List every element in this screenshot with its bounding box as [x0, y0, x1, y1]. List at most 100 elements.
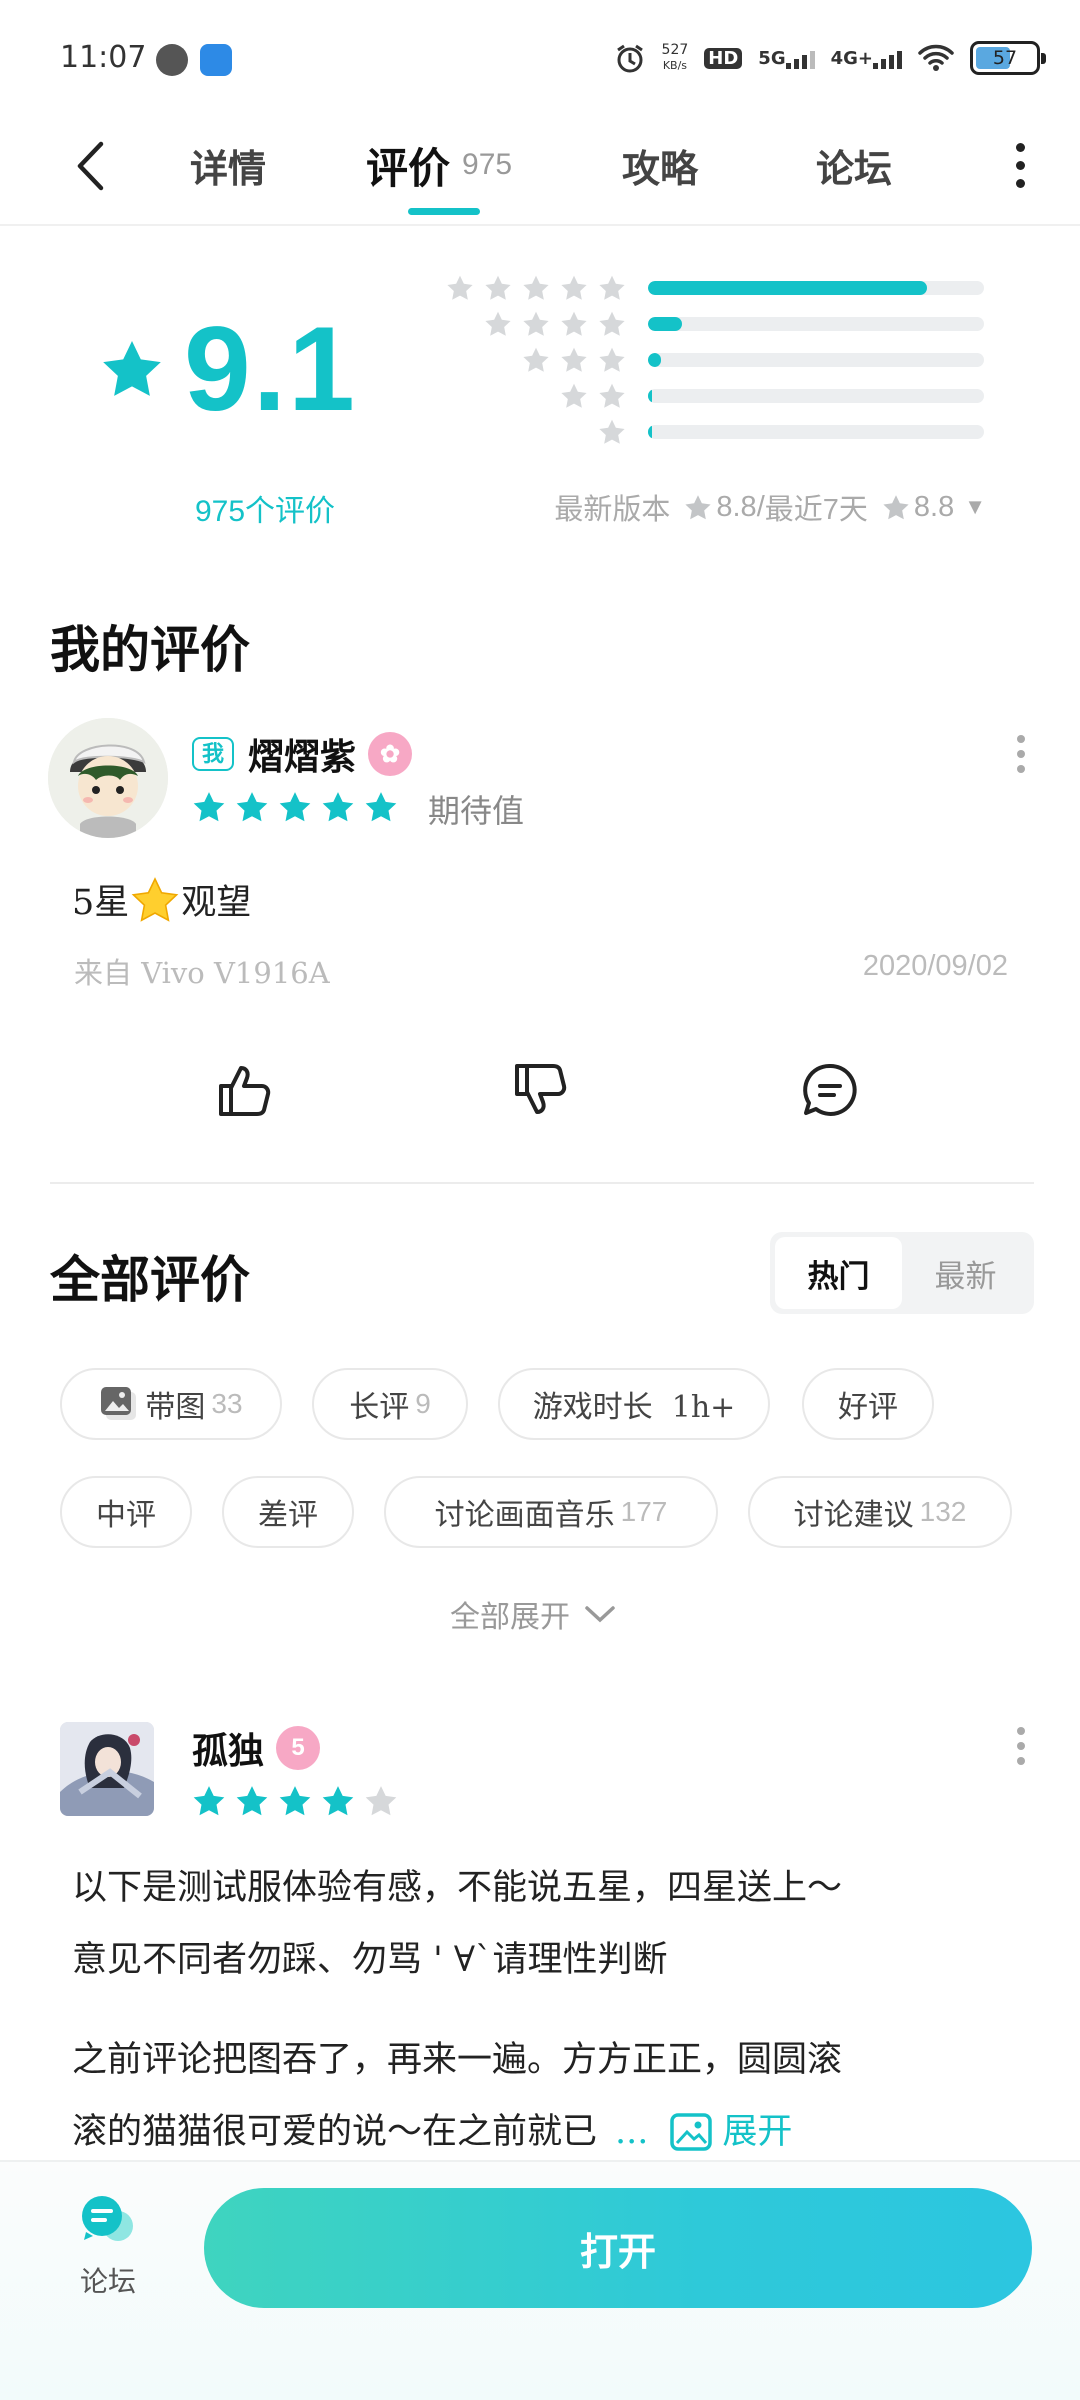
star-icon: [599, 419, 625, 444]
image-icon: [670, 2113, 713, 2151]
thumbs-up-icon: [219, 1066, 271, 1116]
distribution-bar: [648, 281, 984, 295]
avatar-illustration: [48, 718, 168, 838]
distribution-bar-fill: [648, 353, 662, 367]
filter-chip-long-review[interactable]: 长评 9: [312, 1368, 468, 1440]
filter-chip-with-image[interactable]: 带图 33: [60, 1368, 282, 1440]
status-indicators: 527 KB/s HD 5G 4G+ 57: [614, 36, 1046, 80]
distribution-row-4-star: [430, 306, 990, 342]
me-badge: 我: [192, 737, 235, 771]
review-date: 2020/09/02: [862, 950, 1008, 982]
overall-score: 9.1: [184, 302, 357, 436]
forum-button[interactable]: 论坛: [58, 2192, 158, 2312]
back-button[interactable]: [60, 126, 120, 206]
status-bar: 11:07 527 KB/s HD 5G 4G+ 57: [0, 0, 1080, 120]
comment-button[interactable]: [790, 1050, 870, 1130]
back-arrow-icon: [77, 141, 104, 191]
tab-reviews[interactable]: 评价 975: [366, 130, 512, 200]
post-avatar[interactable]: [60, 1722, 154, 1816]
sort-hot-button[interactable]: 热门: [775, 1237, 902, 1309]
distribution-row-2-star: [430, 378, 990, 414]
level-badge-icon: ✿: [368, 732, 413, 776]
all-reviews-title: 全部评价: [50, 1250, 250, 1309]
distribution-stars: [598, 418, 630, 446]
star-icon: [193, 792, 225, 822]
star-icon: [485, 311, 511, 336]
hd-indicator: HD: [704, 47, 743, 69]
star-emoji-icon: [131, 876, 179, 922]
star-icon: [322, 792, 354, 822]
distribution-row-3-star: [430, 342, 990, 378]
my-username[interactable]: 我 熠熠紫 ✿: [192, 728, 413, 780]
star-icon: [599, 383, 625, 408]
wifi-icon: [918, 44, 954, 71]
star-icon: [883, 494, 909, 519]
post-text-paragraph-1: 以下是测试服体验有感，不能说五星，四星送上～ 意见不同者勿踩、勿骂 ' ∀`请理…: [72, 1868, 843, 1980]
image-icon: [101, 1387, 137, 1420]
avatar-illustration: [60, 1722, 154, 1816]
tab-details[interactable]: 详情: [190, 130, 266, 200]
chevron-down-icon: ▼: [964, 494, 986, 519]
level-badge-icon: 5: [276, 1726, 321, 1770]
filter-chip-neutral[interactable]: 中评: [60, 1476, 192, 1548]
rating-tag: 期待值: [428, 792, 525, 830]
status-time: 11:07: [60, 40, 147, 75]
battery-icon: 57: [970, 41, 1046, 75]
like-button[interactable]: [204, 1050, 284, 1130]
net-speed: 527 KB/s: [661, 42, 689, 72]
sort-toggle: 热门 最新: [770, 1232, 1034, 1314]
star-icon: [485, 275, 511, 300]
distribution-stars: [560, 382, 630, 410]
my-review-text: 5星 观望: [72, 874, 251, 925]
star-icon: [523, 275, 549, 300]
post-expand-button[interactable]: 展开: [670, 2096, 792, 2168]
section-divider: [50, 1182, 1034, 1184]
distribution-bar: [648, 389, 984, 403]
version-rating-selector[interactable]: 最新版本 8.8 / 最近7天 8.8 ▼: [554, 486, 986, 528]
network-5g: 5G: [758, 47, 815, 69]
bottom-action-bar: 论坛 打开: [0, 2160, 1080, 2400]
my-review-title: 我的评价: [50, 620, 250, 679]
star-icon: [279, 1786, 311, 1816]
distribution-bar-fill: [648, 317, 682, 331]
distribution-bar: [648, 353, 984, 367]
distribution-bar: [648, 317, 984, 331]
sort-new-button[interactable]: 最新: [902, 1237, 1029, 1309]
more-options-button[interactable]: [1000, 130, 1040, 200]
post-more-button[interactable]: [1006, 1722, 1036, 1770]
distribution-bar-fill: [648, 425, 653, 439]
star-icon: [561, 275, 587, 300]
distribution-stars: [522, 346, 630, 374]
distribution-bar: [648, 425, 984, 439]
star-icon: [599, 275, 625, 300]
star-icon: [365, 792, 397, 822]
tab-reviews-count: 975: [462, 148, 513, 181]
filter-chip-visual-music[interactable]: 讨论画面音乐 177: [384, 1476, 718, 1548]
review-device: 来自 Vivo V1916A: [74, 956, 330, 990]
dislike-button[interactable]: [500, 1050, 580, 1130]
star-icon: [561, 347, 587, 372]
expand-all-filters-button[interactable]: 全部展开: [450, 1592, 616, 1636]
tab-guides[interactable]: 攻略: [622, 130, 698, 200]
post-text-paragraph-2: 之前评论把图吞了，再来一遍。方方正正，圆圆滚 滚的猫猫很可爱的说～在之前就已 .…: [72, 2024, 1022, 2168]
distribution-row-5-star: [430, 270, 990, 306]
network-4g: 4G+: [831, 47, 902, 69]
star-icon: [193, 1786, 225, 1816]
star-icon: [103, 341, 161, 396]
my-review-more-button[interactable]: [1006, 730, 1036, 778]
review-count-link[interactable]: 975个评价: [195, 486, 335, 530]
filter-chip-playtime[interactable]: 游戏时长 1h+: [498, 1368, 770, 1440]
open-app-button[interactable]: 打开: [204, 2188, 1032, 2308]
overall-rating: 9.1: [100, 300, 357, 438]
post-username[interactable]: 孤独 5: [192, 1722, 321, 1774]
latest-version-score: 8.8: [716, 490, 757, 523]
filter-chip-suggestions[interactable]: 讨论建议 132: [748, 1476, 1012, 1548]
my-avatar[interactable]: [48, 718, 168, 838]
star-icon: [365, 1786, 397, 1816]
distribution-stars: [484, 310, 630, 338]
alarm-icon: [616, 44, 643, 73]
tab-forum[interactable]: 论坛: [816, 130, 892, 200]
filter-chip-negative[interactable]: 差评: [222, 1476, 354, 1548]
filter-chip-positive[interactable]: 好评: [802, 1368, 934, 1440]
star-icon: [599, 311, 625, 336]
